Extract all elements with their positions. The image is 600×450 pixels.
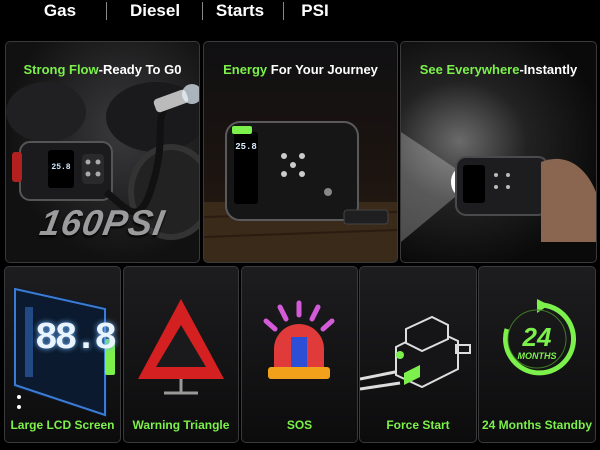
- force-start-icon: [360, 315, 471, 391]
- icon-card-force-start: Force Start: [359, 266, 477, 443]
- caption-text: -Ready To G0: [98, 62, 182, 77]
- caption-highlight: Energy: [223, 62, 268, 77]
- lcd-digits: 88.8: [35, 317, 117, 360]
- display-reading: 25.8: [51, 163, 71, 172]
- icon-label: 24 Months Standby: [481, 418, 592, 432]
- icon-label: Force Start: [386, 418, 450, 432]
- warning-triangle-icon: [138, 299, 224, 395]
- tab-gas[interactable]: Gas: [30, 0, 90, 24]
- tab-starts[interactable]: Starts: [208, 0, 272, 24]
- feature-card-see-everywhere: See Everywhere-Instantly: [400, 41, 597, 263]
- tab-diesel[interactable]: Diesel: [118, 0, 192, 24]
- feature-caption: See Everywhere-Instantly: [401, 62, 596, 77]
- tab-divider: [106, 2, 107, 20]
- sos-beacon-icon: [263, 300, 335, 379]
- tab-divider: [202, 2, 203, 20]
- icon-label: SOS: [286, 418, 313, 432]
- icon-card-lcd: 88.8 Large LCD Screen: [4, 266, 121, 443]
- top-tab-bar: Gas Diesel Starts PSI: [0, 0, 600, 30]
- caption-text: For Your Journey: [267, 62, 378, 77]
- caption-highlight: See Everywhere: [419, 62, 520, 77]
- icon-card-standby: 24 MONTHS 24 Months Standby: [478, 266, 596, 443]
- tab-psi[interactable]: PSI: [290, 0, 340, 24]
- display-reading: 25.8: [235, 142, 257, 152]
- standby-badge-text: MONTHS: [517, 351, 557, 361]
- tab-divider: [283, 2, 284, 20]
- feature-card-strong-flow: 25.8 160PSI Strong Flow-Ready To G0: [5, 41, 200, 263]
- caption-text: -Instantly: [519, 62, 578, 77]
- icon-label: Warning Triangle: [132, 418, 230, 432]
- icon-label: Large LCD Screen: [10, 418, 115, 432]
- icon-card-warning-triangle: Warning Triangle: [123, 266, 239, 443]
- feature-card-energy: 25.8 Energy For Your Journey: [203, 41, 398, 263]
- caption-highlight: Strong Flow: [23, 62, 99, 77]
- feature-caption: Energy For Your Journey: [204, 62, 397, 77]
- standby-badge-number: 24: [522, 322, 552, 352]
- psi-overlay-text: 160PSI: [36, 202, 169, 243]
- feature-caption: Strong Flow-Ready To G0: [6, 62, 199, 77]
- icon-card-sos: SOS: [241, 266, 358, 443]
